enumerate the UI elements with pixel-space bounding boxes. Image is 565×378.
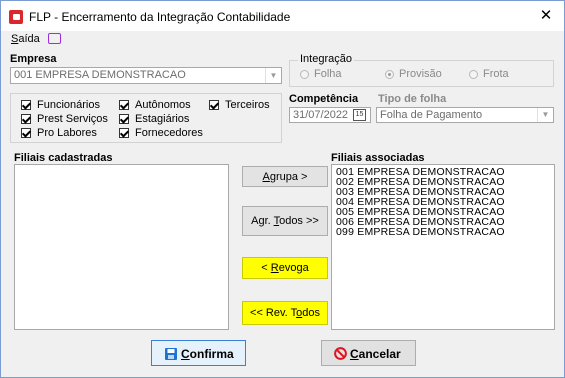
empresa-value: 001 EMPRESA DEMONSTRACAO <box>14 69 186 81</box>
tipo-folha-label: Tipo de folha <box>378 93 447 105</box>
radio-provisao-label: Provisão <box>399 68 442 80</box>
agrupa-button-label: Agrupa > <box>243 171 327 183</box>
check-icon <box>119 128 129 139</box>
radio-dot-frota <box>469 69 478 79</box>
competencia-label: Competência <box>289 93 359 105</box>
checkbox-estagiarios[interactable]: Estagiários <box>119 113 189 125</box>
confirma-button[interactable]: Confirma <box>151 340 246 366</box>
radio-dot-provisao <box>385 69 394 79</box>
app-logo-icon <box>9 10 23 24</box>
checkbox-pro-labores[interactable]: Pro Labores <box>21 127 97 139</box>
filiais-cadastradas-list[interactable] <box>14 164 229 330</box>
rev-todos-pre: << Rev. T <box>250 307 297 319</box>
calendar-icon[interactable]: 15 <box>353 109 366 121</box>
checkbox-prest-servicos[interactable]: Prest Serviços <box>21 113 108 125</box>
menu-saida[interactable]: Saída <box>11 33 40 45</box>
revoga-button-label: < Revoga <box>243 262 327 274</box>
revoga-accel: R <box>270 262 279 274</box>
radio-folha[interactable]: Folha <box>300 68 342 80</box>
agrupa-accel: A <box>262 170 270 183</box>
rev-todos-button[interactable]: << Rev. Todos <box>242 301 328 325</box>
menu-saida-label: aída <box>18 33 40 45</box>
chevron-down-icon[interactable]: ▼ <box>537 108 553 122</box>
agr-todos-button-label: Agr. Todos >> <box>243 215 327 227</box>
radio-provisao[interactable]: Provisão <box>385 68 442 80</box>
checkbox-funcionarios-label: Funcionários <box>37 99 100 111</box>
cancelar-button[interactable]: Cancelar <box>321 340 416 366</box>
check-icon <box>119 100 129 111</box>
filiais-associadas-list[interactable]: 001 EMPRESA DEMONSTRACAO 002 EMPRESA DEM… <box>331 164 555 330</box>
rev-todos-button-label: << Rev. Todos <box>243 307 327 319</box>
check-icon <box>21 114 31 125</box>
radio-frota[interactable]: Frota <box>469 68 509 80</box>
monitor-icon[interactable] <box>48 33 61 44</box>
agr-todos-post: odos >> <box>279 215 319 227</box>
tipo-folha-value: Folha de Pagamento <box>380 109 483 121</box>
title-bar: FLP - Encerramento da Integração Contabi… <box>1 1 564 31</box>
revoga-button[interactable]: < Revoga <box>242 257 328 279</box>
check-icon <box>119 114 129 125</box>
close-icon[interactable]: ✕ <box>531 4 561 28</box>
revoga-post: evoga <box>278 262 309 274</box>
filiais-associadas-label: Filiais associadas <box>331 152 425 164</box>
menu-bar: Saída <box>1 31 564 49</box>
check-icon <box>21 128 31 139</box>
checkbox-pro-labores-label: Pro Labores <box>37 127 97 139</box>
list-item[interactable]: 099 EMPRESA DEMONSTRACAO <box>332 227 554 238</box>
main-window: FLP - Encerramento da Integração Contabi… <box>0 0 565 378</box>
rev-todos-post: dos <box>302 307 320 319</box>
empresa-select[interactable]: 001 EMPRESA DEMONSTRACAO ▼ <box>10 67 282 84</box>
revoga-pre: < <box>261 262 271 274</box>
checkbox-prest-servicos-label: Prest Serviços <box>37 113 108 125</box>
empresa-label: Empresa <box>10 53 57 65</box>
competencia-field[interactable]: 31/07/2022 15 <box>289 107 371 123</box>
cancelar-button-label: Cancelar <box>350 347 401 361</box>
checkbox-fornecedores[interactable]: Fornecedores <box>119 127 203 139</box>
integracao-label: Integração <box>298 53 354 65</box>
checkbox-autonomos[interactable]: Autônomos <box>119 99 191 111</box>
agr-todos-pre: Agr. <box>251 215 274 227</box>
checkbox-terceiros[interactable]: Terceiros <box>209 99 270 111</box>
agrupa-post: grupa > <box>269 170 308 183</box>
cancel-icon <box>334 347 347 360</box>
window-title: FLP - Encerramento da Integração Contabi… <box>29 10 291 24</box>
check-icon <box>21 100 31 111</box>
save-icon <box>165 348 177 360</box>
confirma-post: onfirma <box>189 347 234 361</box>
filiais-cadastradas-label: Filiais cadastradas <box>14 152 113 164</box>
agr-todos-button[interactable]: Agr. Todos >> <box>242 206 328 236</box>
checkbox-funcionarios[interactable]: Funcionários <box>21 99 100 111</box>
check-icon <box>209 100 219 111</box>
confirma-accel: C <box>181 347 190 361</box>
radio-folha-label: Folha <box>314 68 342 80</box>
cancelar-accel: C <box>350 347 359 361</box>
checkbox-fornecedores-label: Fornecedores <box>135 127 203 139</box>
tipo-folha-select[interactable]: Folha de Pagamento ▼ <box>376 107 554 123</box>
chevron-down-icon[interactable]: ▼ <box>265 68 281 83</box>
radio-dot-folha <box>300 69 309 79</box>
confirma-button-label: Confirma <box>181 347 234 361</box>
checkbox-autonomos-label: Autônomos <box>135 99 191 111</box>
cancelar-post: ancelar <box>358 347 401 361</box>
competencia-value: 31/07/2022 <box>293 109 349 121</box>
checkbox-estagiarios-label: Estagiários <box>135 113 190 125</box>
agrupa-button[interactable]: Agrupa > <box>242 166 328 187</box>
checkbox-terceiros-label: Terceiros <box>225 99 270 111</box>
radio-frota-label: Frota <box>483 68 509 80</box>
